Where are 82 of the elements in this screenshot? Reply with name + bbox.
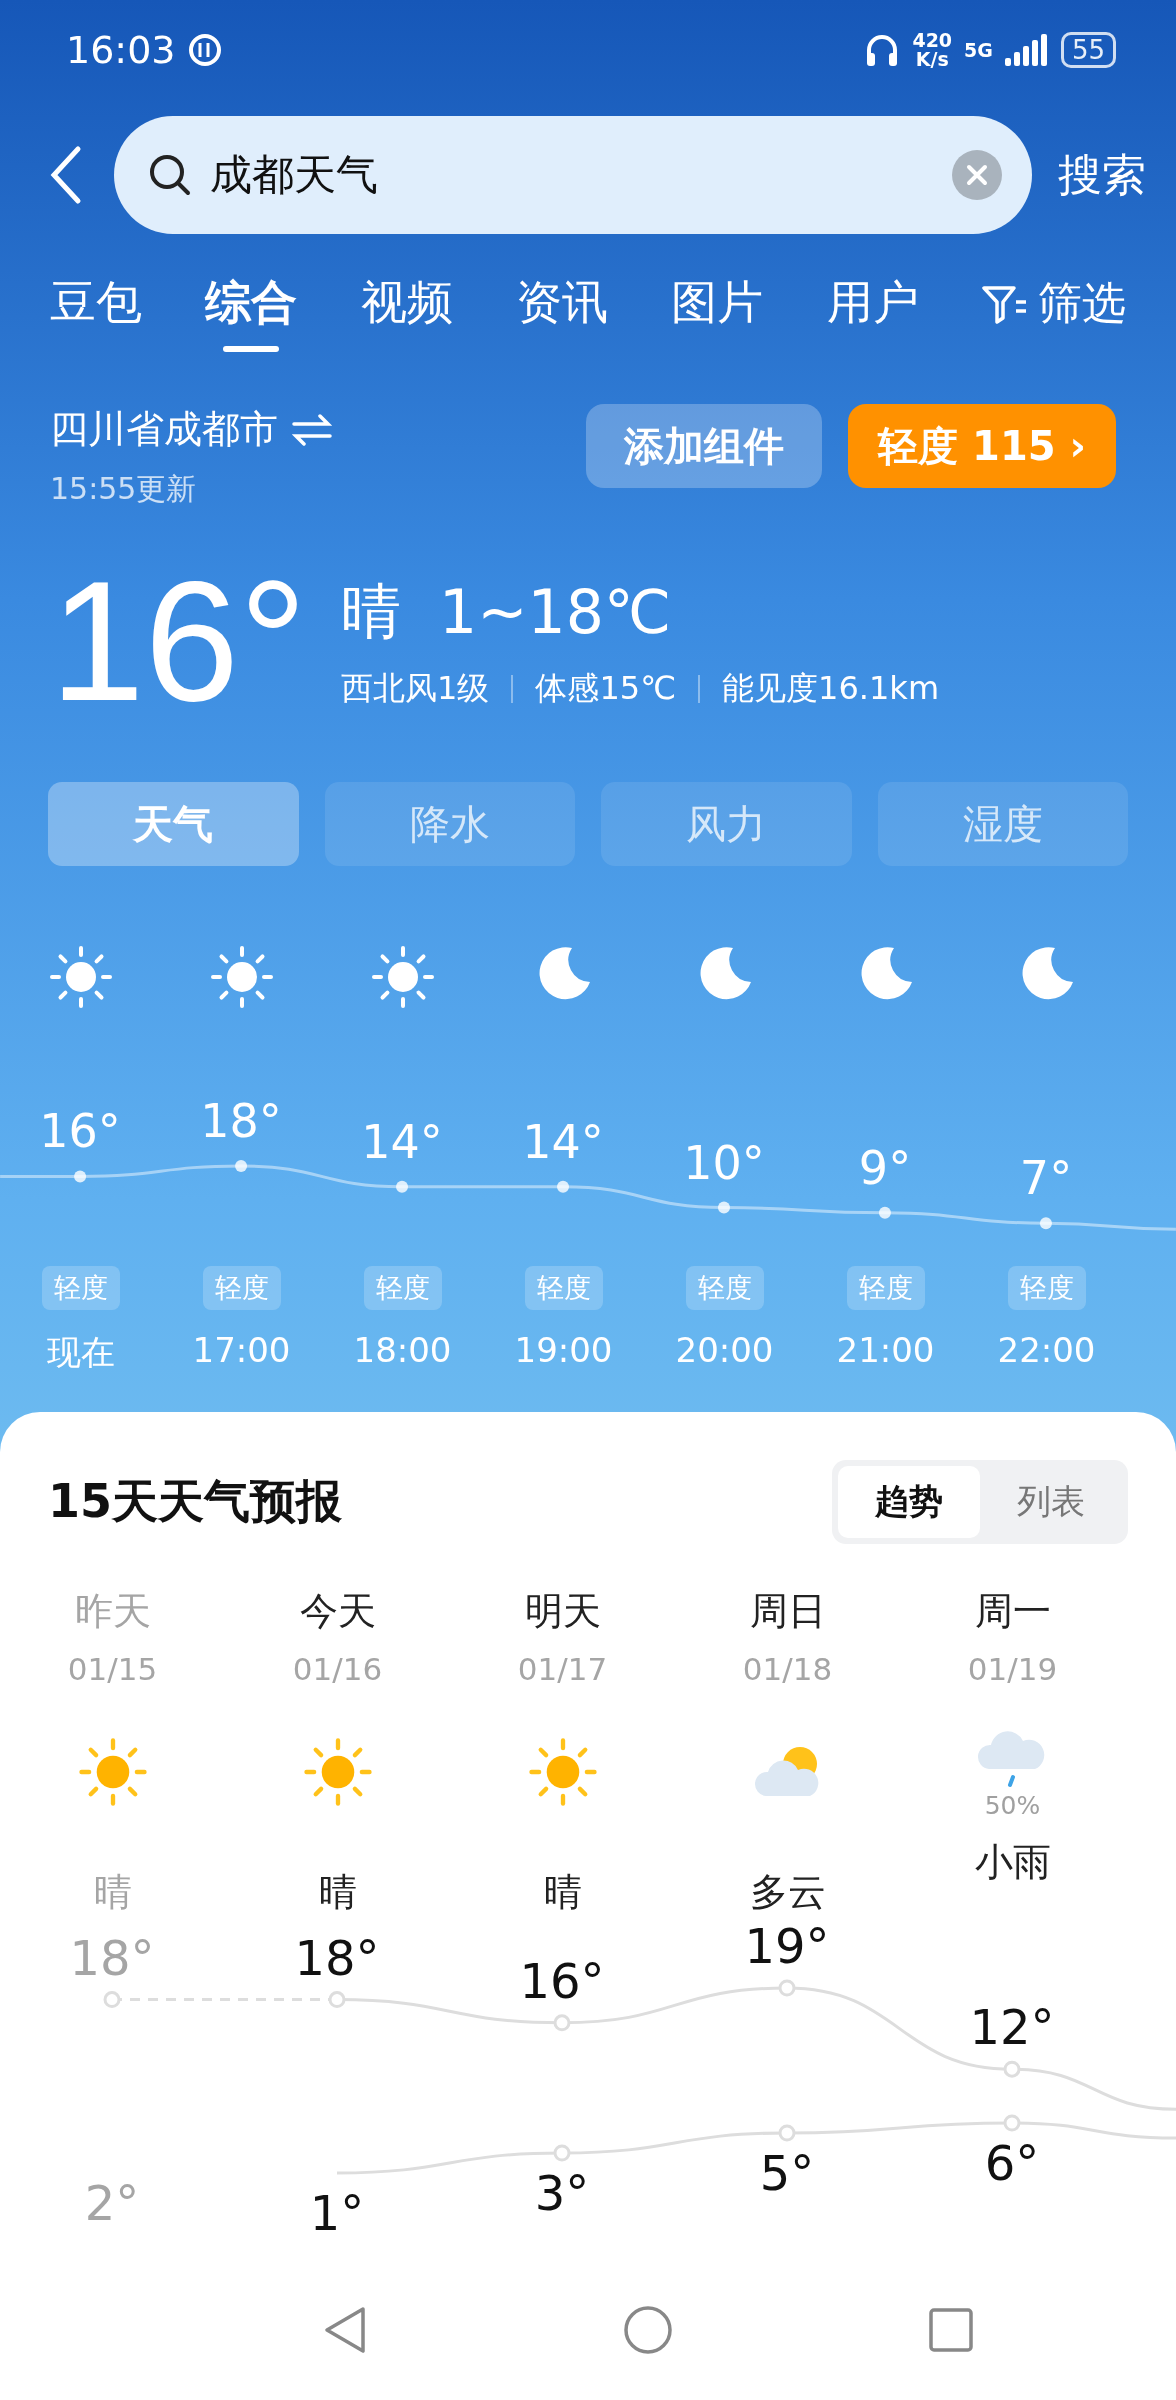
day-condition: 多云 xyxy=(749,1869,826,1916)
add-widget-button[interactable]: 添加组件 xyxy=(586,404,823,488)
day-name: 周日 xyxy=(749,1588,826,1635)
hour-label: 21:00 xyxy=(836,1330,935,1372)
hour-label: 现在 xyxy=(46,1331,115,1374)
hourly-temperature: 14° xyxy=(521,1114,605,1169)
filter-icon xyxy=(981,283,1028,324)
day-date: 01/18 xyxy=(742,1651,833,1687)
hour-label: 22:00 xyxy=(997,1330,1096,1372)
low-temperature: 2° xyxy=(83,2175,141,2231)
weather-condition: 晴 xyxy=(341,574,402,648)
category-tab[interactable]: 资讯 xyxy=(516,274,608,352)
day-condition: 晴 xyxy=(93,1869,132,1916)
air-quality-badge: 轻度 xyxy=(202,1266,281,1310)
air-quality-badge: 轻度 xyxy=(524,1266,603,1310)
search-button[interactable]: 搜索 xyxy=(1058,145,1146,205)
location-name: 四川省成都市 xyxy=(50,406,278,453)
air-quality-badge: 轻度 xyxy=(685,1266,764,1310)
air-quality-badge: 轻度 xyxy=(1007,1266,1086,1310)
day-name: 今天 xyxy=(299,1588,376,1635)
air-quality-badge: 轻度 xyxy=(846,1266,925,1310)
category-tab[interactable]: 视频 xyxy=(360,274,453,352)
high-temperature: 16° xyxy=(518,1952,606,2009)
low-temperature: 6° xyxy=(983,2135,1041,2191)
category-tab[interactable]: 豆包 xyxy=(50,274,142,352)
day-condition: 晴 xyxy=(543,1869,582,1916)
rain-chance: 50% xyxy=(984,1790,1041,1820)
high-temperature: 19° xyxy=(743,1918,831,1974)
view-toggle[interactable]: 趋势 xyxy=(838,1466,980,1538)
day-date: 01/19 xyxy=(967,1651,1058,1687)
air-quality-badge: 轻度 xyxy=(41,1266,120,1310)
temperature-range: 1~18℃ xyxy=(439,577,672,647)
circle-icon xyxy=(623,2305,673,2355)
network-speed: 420 K/s xyxy=(912,31,953,69)
high-temperature: 18° xyxy=(293,1929,381,1986)
day-name: 明天 xyxy=(524,1588,601,1635)
hour-label: 18:00 xyxy=(353,1330,452,1372)
day-name: 昨天 xyxy=(74,1588,151,1635)
category-tab[interactable]: 综合 xyxy=(205,274,298,352)
search-icon xyxy=(148,153,192,197)
close-icon xyxy=(966,164,988,186)
status-time: 16:03 xyxy=(66,28,176,72)
hour-label: 17:00 xyxy=(192,1330,291,1372)
triangle-icon xyxy=(323,2305,367,2355)
low-temperature: 3° xyxy=(533,2165,591,2221)
hourly-temperature: 7° xyxy=(1018,1151,1074,1206)
view-toggle[interactable]: 列表 xyxy=(980,1466,1122,1538)
battery-level: 55 xyxy=(1060,32,1116,68)
category-tab[interactable]: 用户 xyxy=(826,274,919,352)
air-quality-badge: 轻度 xyxy=(363,1266,442,1310)
update-time: 15:55更新 xyxy=(50,470,198,508)
high-temperature: 18° xyxy=(68,1929,156,1986)
low-temperature: 1° xyxy=(308,2185,366,2241)
day-condition: 小雨 xyxy=(974,1839,1051,1886)
day-date: 01/17 xyxy=(517,1651,608,1687)
weather-detail: 能见度16.1km xyxy=(722,667,940,709)
hourly-temperature: 18° xyxy=(199,1094,283,1148)
hourly-temperature: 10° xyxy=(682,1135,766,1190)
status-icon xyxy=(187,33,222,67)
switch-icon[interactable] xyxy=(292,412,332,447)
signal-icon xyxy=(1004,34,1049,66)
hourly-temperature: 16° xyxy=(38,1104,122,1159)
current-temperature: 16° xyxy=(50,556,308,726)
weather-detail: 西北风1级 xyxy=(341,667,490,709)
clear-button[interactable] xyxy=(952,150,1002,200)
day-date: 01/15 xyxy=(67,1651,158,1687)
category-tab[interactable]: 图片 xyxy=(671,274,764,352)
forecast-title: 15天天气预报 xyxy=(48,1473,342,1530)
filter-button[interactable]: 筛选 xyxy=(981,274,1126,333)
day-name: 周一 xyxy=(974,1588,1051,1635)
hour-label: 20:00 xyxy=(675,1330,774,1372)
hourly-temperature: 14° xyxy=(360,1114,444,1169)
day-condition: 晴 xyxy=(318,1869,357,1916)
high-temperature: 12° xyxy=(968,1999,1056,2056)
hourly-temperature: 9° xyxy=(857,1140,913,1195)
low-temperature: 5° xyxy=(758,2145,816,2201)
square-icon xyxy=(928,2307,974,2353)
hour-label: 19:00 xyxy=(514,1330,613,1372)
weather-detail: 体感15℃ xyxy=(535,667,677,709)
day-date: 01/16 xyxy=(292,1651,383,1687)
search-field[interactable]: 成都天气 xyxy=(114,116,1032,234)
network-type: 5G xyxy=(964,40,993,60)
